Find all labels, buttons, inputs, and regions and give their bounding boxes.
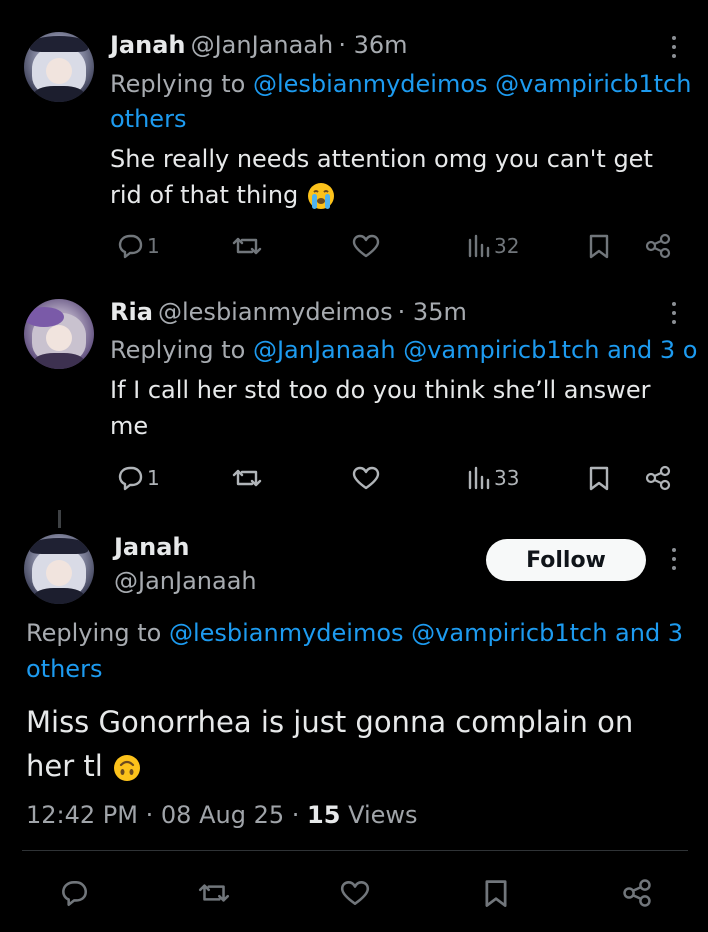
reply-button[interactable]: 1 bbox=[115, 464, 160, 492]
tweet-meta: 12:42 PM · 08 Aug 25 · 15 Views bbox=[26, 801, 418, 829]
display-name[interactable]: Janah bbox=[114, 530, 190, 564]
retweet-button[interactable] bbox=[196, 877, 232, 909]
more-options-icon[interactable] bbox=[671, 302, 677, 329]
analytics-icon bbox=[468, 466, 490, 490]
display-name[interactable]: Janah bbox=[110, 31, 186, 59]
like-button[interactable] bbox=[339, 877, 371, 909]
bookmark-icon bbox=[589, 466, 609, 491]
upside-down-face-emoji bbox=[114, 755, 141, 781]
tweet-text: If I call her std too do you think she’l… bbox=[110, 372, 650, 444]
timestamp[interactable]: · 35m bbox=[398, 298, 467, 326]
bookmark-icon bbox=[485, 880, 507, 907]
display-name[interactable]: Ria bbox=[110, 298, 153, 326]
reply-icon bbox=[118, 466, 143, 491]
reply-count: 1 bbox=[147, 466, 160, 490]
bookmark-icon bbox=[589, 234, 609, 259]
avatar[interactable] bbox=[24, 534, 94, 604]
replying-others-link[interactable]: others bbox=[26, 651, 102, 687]
tweet-text-line: If I call her std too do you think she’l… bbox=[110, 376, 651, 404]
heart-icon bbox=[340, 881, 370, 905]
reply-button[interactable]: 1 bbox=[115, 232, 160, 260]
tweet-text-line: me bbox=[110, 412, 149, 440]
tweet-header: Ria @lesbianmydeimos · 35m bbox=[110, 295, 467, 329]
replying-others-link[interactable]: others bbox=[110, 101, 186, 137]
retweet-button[interactable] bbox=[230, 464, 264, 492]
views-button[interactable]: 33 bbox=[466, 464, 519, 492]
reply-icon bbox=[62, 881, 88, 907]
timestamp[interactable]: · 36m bbox=[338, 31, 407, 59]
views-count: 15 bbox=[307, 801, 341, 829]
avatar[interactable] bbox=[24, 299, 94, 369]
views-button[interactable]: 32 bbox=[466, 232, 519, 260]
replying-to: Replying to @lesbianmydeimos @vampiricb1… bbox=[110, 66, 691, 102]
view-count: 33 bbox=[494, 466, 520, 490]
handle[interactable]: @JanJanaah bbox=[191, 31, 334, 59]
reply-count: 1 bbox=[147, 234, 160, 258]
retweet-button[interactable] bbox=[230, 232, 264, 260]
replying-prefix: Replying to bbox=[110, 336, 246, 364]
replying-prefix: Replying to bbox=[110, 70, 246, 98]
retweet-icon bbox=[232, 469, 262, 487]
divider bbox=[22, 850, 688, 851]
tweet-time[interactable]: 12:42 PM bbox=[26, 801, 138, 829]
view-count: 32 bbox=[494, 234, 520, 258]
bookmark-button[interactable] bbox=[481, 877, 511, 909]
share-button[interactable] bbox=[643, 232, 673, 260]
tweet-text-line: She really needs attention omg you can't… bbox=[110, 145, 653, 173]
retweet-icon bbox=[198, 884, 230, 902]
analytics-icon bbox=[468, 234, 490, 258]
like-button[interactable] bbox=[351, 232, 381, 260]
tweet-text: She really needs attention omg you can't… bbox=[110, 141, 653, 213]
handle[interactable]: @JanJanaah bbox=[114, 564, 257, 598]
heart-icon bbox=[352, 234, 380, 258]
avatar[interactable] bbox=[24, 32, 94, 102]
heart-icon bbox=[352, 466, 380, 490]
share-button[interactable] bbox=[620, 877, 654, 909]
tweet-date[interactable]: 08 Aug 25 bbox=[161, 801, 284, 829]
more-options-icon[interactable] bbox=[671, 36, 677, 63]
reply-button[interactable] bbox=[58, 877, 90, 909]
more-options-icon[interactable] bbox=[671, 548, 677, 575]
share-icon bbox=[645, 465, 671, 491]
tweet-text-line-with-emoji: her tl bbox=[26, 744, 633, 788]
conversation-page: Janah @JanJanaah · 36m Replying to @lesb… bbox=[0, 0, 708, 932]
reply-icon bbox=[118, 234, 143, 259]
replying-to: Replying to @JanJanaah @vampiricb1tch an… bbox=[110, 332, 697, 368]
bookmark-button[interactable] bbox=[586, 232, 612, 260]
share-icon bbox=[623, 879, 651, 907]
share-button[interactable] bbox=[643, 464, 673, 492]
views-label: Views bbox=[348, 801, 418, 829]
like-button[interactable] bbox=[351, 464, 381, 492]
bookmark-button[interactable] bbox=[586, 464, 612, 492]
tweet-text-line-with-emoji: rid of that thing bbox=[110, 177, 653, 213]
loudly-crying-face-emoji bbox=[307, 183, 334, 209]
replying-mentions[interactable]: @JanJanaah @vampiricb1tch and 3 o bbox=[253, 336, 697, 364]
share-icon bbox=[645, 233, 671, 259]
replying-mentions[interactable]: @lesbianmydeimos @vampiricb1tch bbox=[253, 70, 691, 98]
replying-to: Replying to @lesbianmydeimos @vampiricb1… bbox=[26, 615, 683, 651]
replying-mentions[interactable]: @lesbianmydeimos @vampiricb1tch and 3 bbox=[169, 619, 683, 647]
tweet-header: Janah @JanJanaah · 36m bbox=[110, 28, 408, 62]
replying-prefix: Replying to bbox=[26, 619, 162, 647]
thread-connector-line bbox=[58, 510, 61, 528]
tweet-text-line: Miss Gonorrhea is just gonna complain on bbox=[26, 705, 634, 739]
retweet-icon bbox=[232, 237, 262, 255]
handle[interactable]: @lesbianmydeimos bbox=[158, 298, 393, 326]
follow-button[interactable]: Follow bbox=[486, 539, 646, 581]
tweet-text: Miss Gonorrhea is just gonna complain on… bbox=[26, 700, 633, 788]
